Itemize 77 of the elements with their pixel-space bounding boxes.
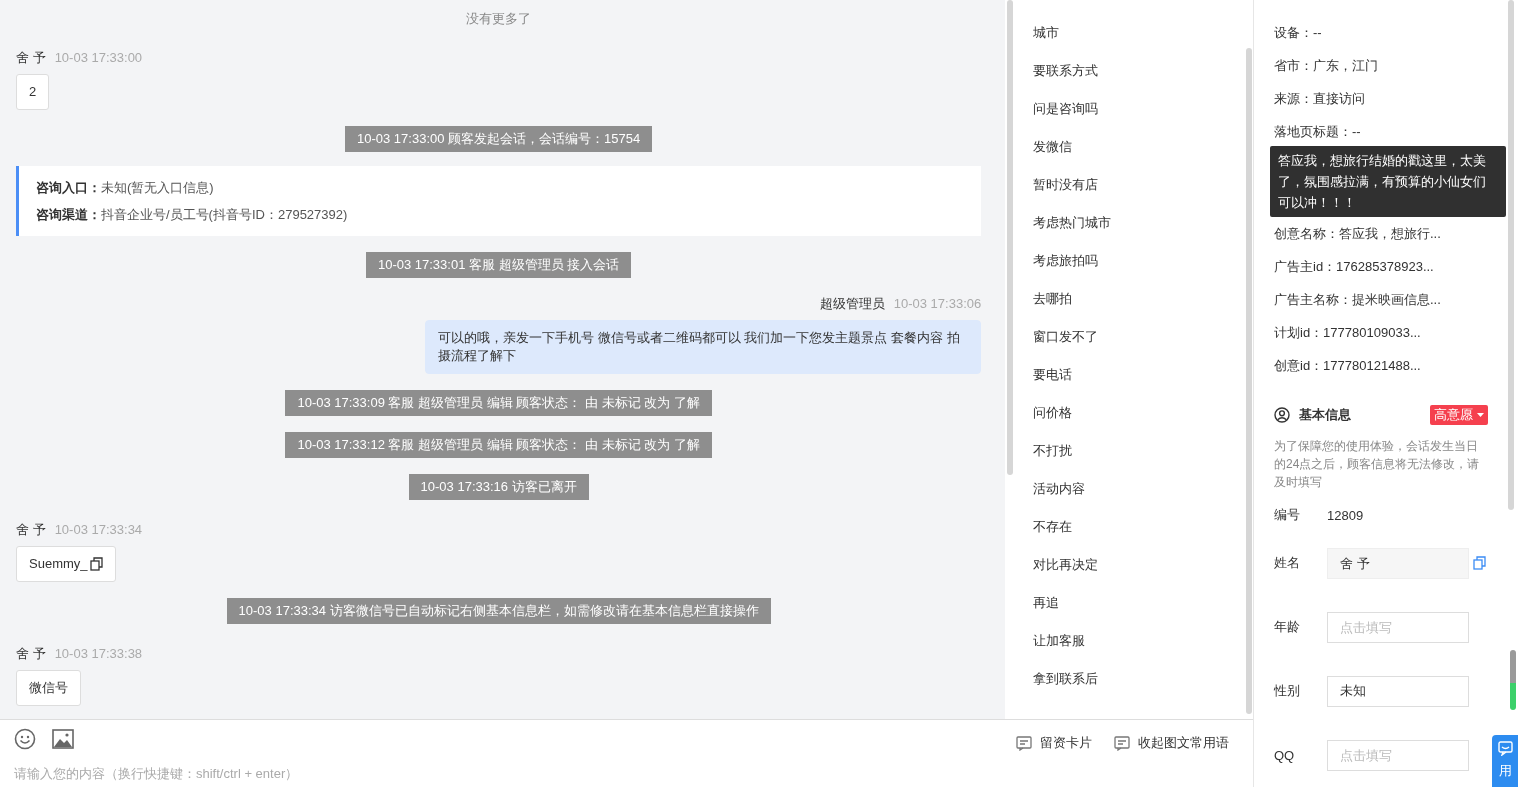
input-field[interactable]: 点击填写	[1327, 739, 1469, 771]
toolbar-link[interactable]: 留资卡片	[1040, 734, 1092, 752]
quick-reply-item[interactable]: 再追	[1033, 584, 1246, 622]
quick-reply-item[interactable]: 问是咨询吗	[1033, 90, 1246, 128]
quick-reply-item[interactable]: 去哪拍	[1033, 280, 1246, 318]
message-bubble: 可以的哦，亲发一下手机号 微信号或者二维码都可以 我们加一下您发主题景点 套餐内容 拍摄流程了解下	[425, 320, 982, 374]
input-field[interactable]: 点击填写	[1327, 611, 1469, 643]
info-line: 落地页标题：--	[1274, 123, 1362, 141]
no-more-notice: 没有更多了	[466, 10, 532, 28]
message-bubble: 微信号	[16, 670, 81, 706]
info-line: 计划id：177780109033...	[1274, 324, 1422, 342]
quick-reply-item[interactable]: 考虑热门城市	[1033, 204, 1246, 242]
notice-text: 为了保障您的使用体验，会话发生当日的24点之后，顾客信息将无法修改，请及时填写	[1274, 438, 1481, 491]
quick-reply-item[interactable]: 窗口发不了	[1033, 318, 1246, 356]
toolbar-link[interactable]: 收起图文常用语	[1138, 734, 1229, 752]
field-label: 年龄	[1274, 618, 1301, 636]
info-line: 广告主名称：提米映画信息...	[1274, 291, 1442, 309]
scrollbar[interactable]	[1007, 0, 1014, 475]
scrollbar[interactable]	[1246, 48, 1252, 714]
entry-line: 咨询渠道：抖音企业号/员工号(抖音号ID：279527392)	[36, 206, 349, 224]
field-label: QQ	[1274, 747, 1296, 763]
message-time: 10-03 17:33:06	[893, 296, 982, 312]
caret-icon[interactable]	[1477, 413, 1484, 417]
info-line: 创意id：177780121488...	[1274, 357, 1422, 375]
quick-reply-item[interactable]: 对比再决定	[1033, 546, 1246, 584]
system-message: 10-03 17:33:34 访客微信号已自动标记右侧基本信息栏，如需修改请在基本信息栏直接操作	[226, 598, 771, 624]
quick-reply-item[interactable]: 不打扰	[1033, 432, 1246, 470]
image-icon[interactable]	[52, 729, 74, 749]
system-message: 10-03 17:33:12 客服 超级管理员 编辑 顾客状态： 由 未标记 改为 了解	[285, 432, 712, 458]
sender-name: 舍 予	[16, 646, 46, 662]
message-bubble: 2	[16, 74, 50, 110]
quick-reply-item[interactable]: 发微信	[1033, 128, 1246, 166]
message-card-icon[interactable]	[1016, 735, 1032, 751]
copy-icon[interactable]	[89, 557, 103, 571]
emoji-icon[interactable]	[14, 728, 36, 750]
sender-name: 舍 予	[16, 522, 46, 538]
quick-reply-item[interactable]: 不存在	[1033, 508, 1246, 546]
field-label: 姓名	[1274, 554, 1301, 572]
system-message: 10-03 17:33:16 访客已离开	[408, 474, 589, 500]
quick-reply-item[interactable]: 考虑旅拍吗	[1033, 242, 1246, 280]
sender-name: 超级管理员	[819, 296, 885, 312]
info-line: 设备：--	[1274, 24, 1323, 42]
quick-reply-item[interactable]: 要联系方式	[1033, 52, 1246, 90]
system-message: 10-03 17:33:09 客服 超级管理员 编辑 顾客状态： 由 未标记 改为 了解	[285, 390, 712, 416]
sender-name: 舍 予	[16, 50, 46, 66]
field-label: 性别	[1274, 682, 1301, 700]
quick-reply-item[interactable]: 让加客服	[1033, 622, 1246, 660]
quick-reply-item[interactable]: 要电话	[1033, 356, 1246, 394]
message-card-icon[interactable]	[1114, 735, 1130, 751]
intent-dropdown[interactable]: 高意愿	[1430, 405, 1488, 425]
scroll-indicator	[1510, 650, 1516, 710]
quick-reply-item[interactable]: 拿到联系后	[1033, 660, 1246, 698]
scrollbar[interactable]	[1508, 0, 1514, 510]
chat-icon[interactable]	[1497, 741, 1513, 756]
system-message: 10-03 17:33:00 顾客发起会话，会话编号：15754	[345, 126, 653, 152]
message-time: 10-03 17:33:00	[54, 50, 143, 66]
name-field: 舍 予	[1327, 547, 1469, 579]
message-input[interactable]: 请输入您的内容（换行快捷键：shift/ctrl + enter）	[14, 766, 514, 781]
entry-line: 咨询入口：未知(暂无入口信息)	[36, 179, 215, 197]
user-icon	[1274, 407, 1290, 423]
field-value: 12809	[1327, 507, 1364, 523]
info-line: 广告主id：176285378923...	[1274, 258, 1435, 276]
message-bubble: Suemmy_	[16, 546, 116, 582]
quick-reply-item[interactable]: 问价格	[1033, 394, 1246, 432]
message-time: 10-03 17:33:38	[54, 646, 143, 662]
message-time: 10-03 17:33:34	[54, 522, 143, 538]
info-line: 来源：直接访问	[1274, 90, 1366, 108]
quick-reply-item[interactable]: 城市	[1033, 14, 1246, 52]
quick-reply-item[interactable]: 暂时没有店	[1033, 166, 1246, 204]
quick-reply-item[interactable]: 活动内容	[1033, 470, 1246, 508]
info-line: 创意名称：答应我，想旅行...	[1274, 225, 1442, 243]
info-line: 省市：广东，江门	[1274, 57, 1379, 75]
input-field[interactable]: 未知	[1327, 675, 1469, 707]
field-label: 编号	[1274, 506, 1301, 524]
tooltip: 答应我，想旅行结婚的戳这里，太美了，氛围感拉满，有预算的小仙女们可以冲！！！	[1270, 146, 1506, 217]
system-message: 10-03 17:33:01 客服 超级管理员 接入会话	[365, 252, 632, 278]
section-title: 基本信息	[1299, 406, 1352, 424]
